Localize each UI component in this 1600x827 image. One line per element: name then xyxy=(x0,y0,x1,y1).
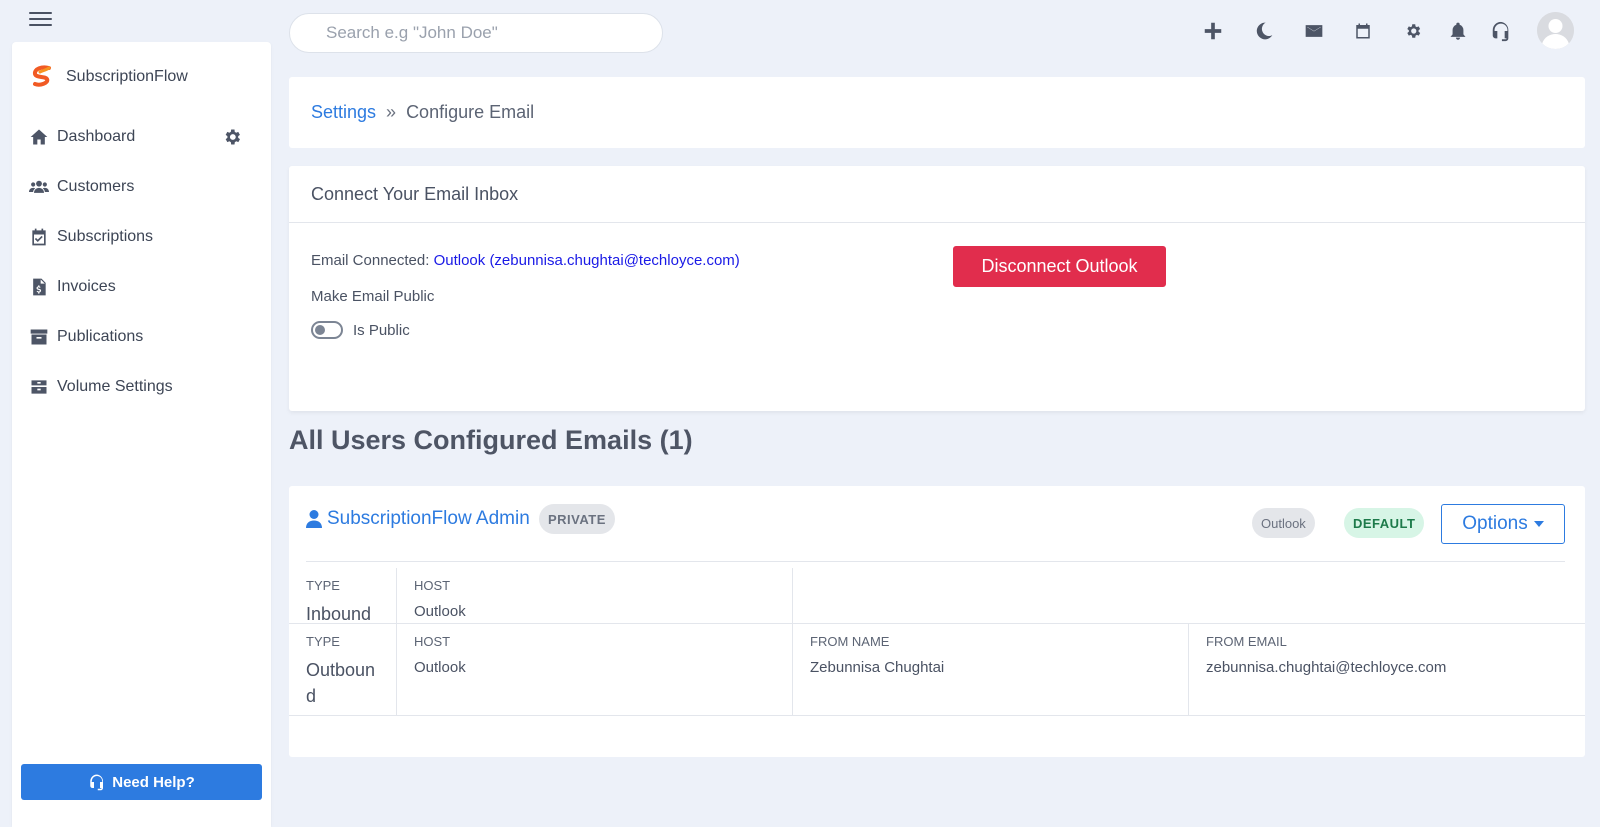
sidebar-item-label: Dashboard xyxy=(57,128,136,145)
disconnect-outlook-button[interactable]: Disconnect Outlook xyxy=(953,246,1166,287)
from-email-label: FROM EMAIL xyxy=(1206,634,1287,649)
sidebar: SubscriptionFlow Dashboard Customers Sub… xyxy=(12,42,271,827)
host-value: Outlook xyxy=(414,603,466,620)
from-email-value: zebunnisa.chughtai@techloyce.com xyxy=(1206,659,1447,676)
user-email-card: SubscriptionFlow Admin PRIVATE Outlook D… xyxy=(289,486,1585,757)
host-cell: HOST Outlook xyxy=(396,568,792,623)
sidebar-item-dashboard[interactable]: Dashboard xyxy=(12,112,271,162)
calendar-icon[interactable] xyxy=(1354,20,1372,42)
user-avatar-icon xyxy=(1537,12,1574,49)
default-badge: DEFAULT xyxy=(1344,508,1425,538)
sidebar-nav: Dashboard Customers Subscriptions Invoic… xyxy=(12,112,271,412)
caret-down-icon xyxy=(1533,521,1544,527)
type-cell: TYPE Outbound xyxy=(306,624,384,715)
column-divider xyxy=(792,568,793,623)
from-email-cell: FROM EMAIL zebunnisa.chughtai@techloyce.… xyxy=(1188,624,1585,715)
sidebar-item-label: Publications xyxy=(57,328,144,345)
type-value: Outbound xyxy=(306,660,376,706)
host-label: HOST xyxy=(414,578,451,593)
breadcrumb-settings-link[interactable]: Settings xyxy=(311,102,376,123)
user-name: SubscriptionFlow Admin xyxy=(327,508,530,529)
breadcrumb-current: Configure Email xyxy=(406,102,535,122)
menu-toggle-icon[interactable] xyxy=(29,12,52,28)
archive-icon xyxy=(30,329,48,345)
type-label: TYPE xyxy=(306,578,340,593)
sidebar-item-customers[interactable]: Customers xyxy=(12,162,271,212)
is-public-label: Is Public xyxy=(353,321,410,339)
config-row-inbound: TYPE Inbound HOST Outlook xyxy=(289,568,1585,624)
sidebar-item-label: Customers xyxy=(57,178,135,195)
search-input[interactable] xyxy=(289,13,663,53)
gear-icon[interactable] xyxy=(1404,20,1422,42)
invoice-icon xyxy=(33,278,46,296)
make-email-public-label: Make Email Public xyxy=(311,288,435,305)
user-icon xyxy=(306,510,322,528)
host-value: Outlook xyxy=(414,659,466,676)
connect-email-card: Connect Your Email Inbox Email Connected… xyxy=(289,166,1585,411)
config-row-outbound: TYPE Outbound HOST Outlook FROM NAME Zeb… xyxy=(289,624,1585,716)
sidebar-item-label: Subscriptions xyxy=(57,228,154,245)
need-help-label: Need Help? xyxy=(112,773,195,791)
host-cell: HOST Outlook xyxy=(396,624,792,715)
email-connected-value: Outlook (zebunnisa.chughtai@techloyce.co… xyxy=(433,252,740,269)
bell-icon[interactable] xyxy=(1448,20,1468,42)
breadcrumb-separator: » xyxy=(386,102,397,122)
all-users-title: All Users Configured Emails (1) xyxy=(289,425,693,455)
options-label: Options xyxy=(1462,513,1528,534)
email-connected-label: Email Connected: xyxy=(311,252,430,269)
breadcrumb: Settings » Configure Email xyxy=(289,77,1585,148)
headset-icon xyxy=(90,774,104,791)
users-icon xyxy=(29,180,49,193)
is-public-row: Is Public xyxy=(311,321,410,339)
email-connected-row: Email Connected: Outlook (zebunnisa.chug… xyxy=(311,252,740,269)
from-name-label: FROM NAME xyxy=(810,634,890,649)
user-name-link[interactable]: SubscriptionFlow Admin xyxy=(306,508,530,530)
sidebar-item-label: Volume Settings xyxy=(57,378,173,395)
box-icon xyxy=(31,380,47,394)
sidebar-item-subscriptions[interactable]: Subscriptions xyxy=(12,212,271,262)
from-name-value: Zebunnisa Chughtai xyxy=(810,659,945,676)
calendar-check-icon xyxy=(32,228,46,246)
host-label: HOST xyxy=(414,634,451,649)
private-badge: PRIVATE xyxy=(539,504,615,534)
need-help-button[interactable]: Need Help? xyxy=(21,764,262,800)
home-icon xyxy=(30,129,48,145)
type-cell: TYPE Inbound xyxy=(306,568,396,624)
connect-card-title: Connect Your Email Inbox xyxy=(289,166,1585,223)
brand[interactable]: SubscriptionFlow xyxy=(30,64,188,90)
divider xyxy=(306,561,1565,562)
moon-icon[interactable] xyxy=(1254,20,1274,42)
avatar[interactable] xyxy=(1537,12,1574,49)
provider-badge: Outlook xyxy=(1252,508,1315,538)
from-name-cell: FROM NAME Zebunnisa Chughtai xyxy=(792,624,1188,715)
brand-name: SubscriptionFlow xyxy=(66,68,188,85)
sidebar-item-label: Invoices xyxy=(57,278,116,295)
headset-icon[interactable] xyxy=(1490,20,1512,42)
type-label: TYPE xyxy=(306,634,340,649)
toggle-knob xyxy=(315,325,325,335)
sidebar-item-volume-settings[interactable]: Volume Settings xyxy=(12,362,271,412)
plus-icon[interactable] xyxy=(1202,20,1224,42)
options-button[interactable]: Options xyxy=(1441,504,1565,544)
brand-logo-icon xyxy=(32,65,51,87)
gear-icon[interactable] xyxy=(222,127,242,147)
sidebar-item-invoices[interactable]: Invoices xyxy=(12,262,271,312)
sidebar-item-publications[interactable]: Publications xyxy=(12,312,271,362)
mail-icon[interactable] xyxy=(1304,20,1324,42)
is-public-toggle[interactable] xyxy=(311,321,343,339)
